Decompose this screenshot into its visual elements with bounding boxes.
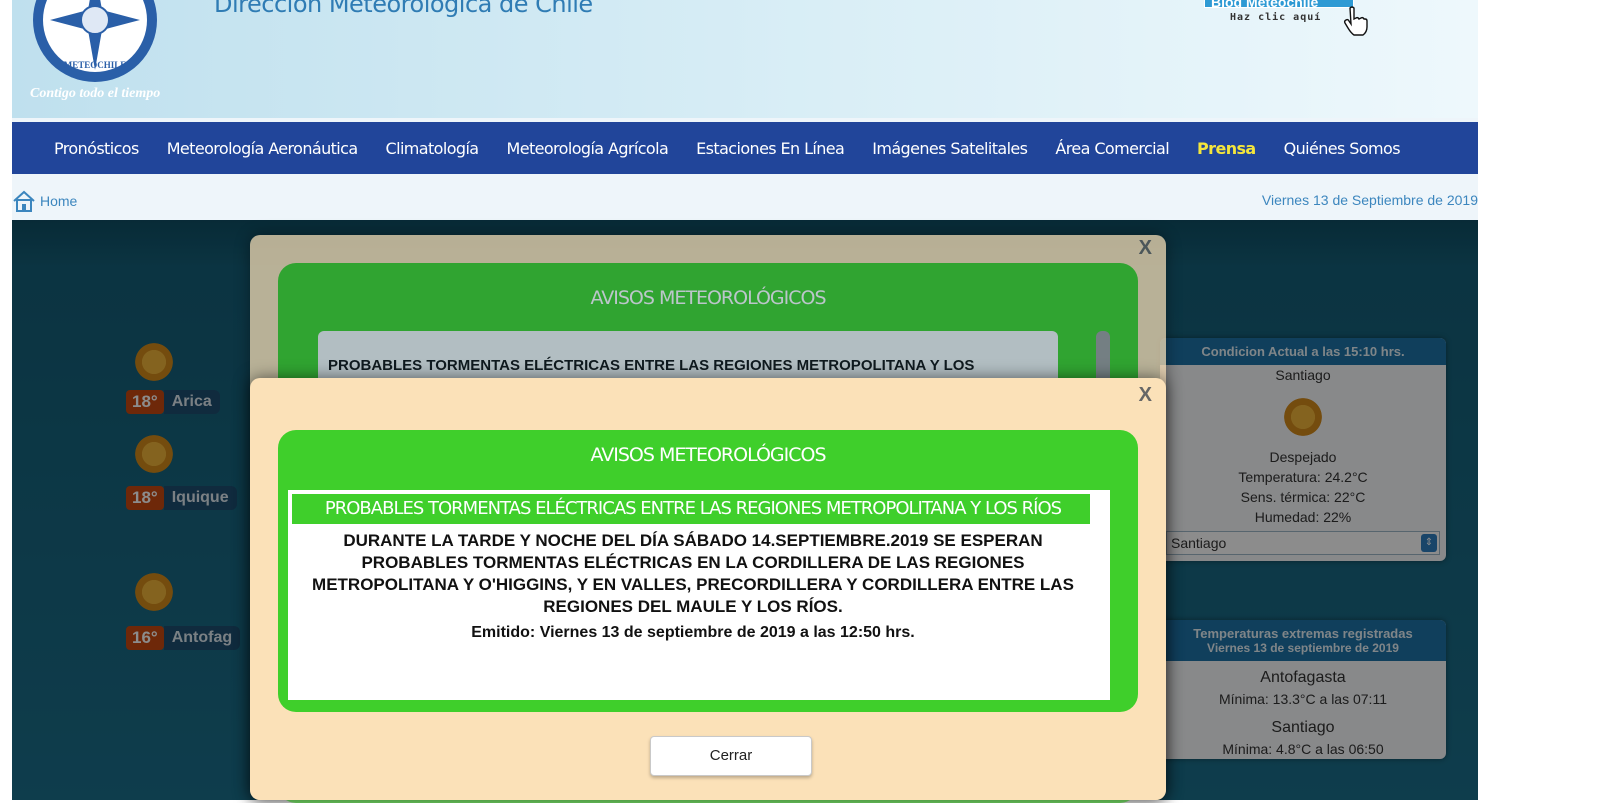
close-button[interactable]: Cerrar bbox=[650, 736, 812, 776]
nav-imagenes-satelitales[interactable]: Imágenes Satelitales bbox=[872, 139, 1028, 158]
pointer-hand-icon bbox=[1343, 6, 1368, 36]
close-icon[interactable]: X bbox=[1139, 384, 1152, 407]
blog-cta[interactable]: Haz clic aquí bbox=[1230, 12, 1321, 23]
site-title: Dirección Meteorológica de Chile bbox=[214, 0, 593, 18]
alert-content: PROBABLES TORMENTAS ELÉCTRICAS ENTRE LAS… bbox=[288, 490, 1098, 700]
nav-quienes-somos[interactable]: Quiénes Somos bbox=[1284, 139, 1401, 158]
alert-title: AVISOS METEOROLÓGICOS bbox=[590, 444, 826, 466]
alert-headline: PROBABLES TORMENTAS ELÉCTRICAS ENTRE LAS… bbox=[290, 492, 1096, 526]
close-icon[interactable]: X bbox=[1139, 237, 1152, 260]
nav-prensa[interactable]: Prensa bbox=[1197, 139, 1256, 158]
meteochile-logo[interactable]: METEOCHILE bbox=[30, 0, 160, 83]
nav-climatologia[interactable]: Climatología bbox=[386, 139, 480, 158]
alert-title: AVISOS METEOROLÓGICOS bbox=[590, 287, 826, 309]
main-nav: Pronósticos Meteorología Aeronáutica Cli… bbox=[12, 122, 1478, 174]
site-header: METEOCHILE Contigo todo el tiempo Direcc… bbox=[12, 0, 1478, 118]
nav-meteorologia-aeronautica[interactable]: Meteorología Aeronáutica bbox=[167, 139, 358, 158]
alert-emitted-date: Emitido: Viernes 13 de septiembre de 201… bbox=[471, 624, 915, 641]
breadcrumb-home[interactable]: Home bbox=[12, 190, 77, 212]
current-date: Viernes 13 de Septiembre de 2019 bbox=[1261, 192, 1478, 208]
scrollbar-track[interactable] bbox=[1090, 490, 1110, 700]
svg-text:METEOCHILE: METEOCHILE bbox=[64, 60, 127, 70]
alerts-modal: X AVISOS METEOROLÓGICOS PROBABLES TORMEN… bbox=[250, 378, 1166, 800]
alert-body: DURANTE LA TARDE Y NOCHE DEL DÍA SÁBADO … bbox=[312, 531, 1074, 616]
nav-area-comercial[interactable]: Área Comercial bbox=[1055, 139, 1169, 158]
nav-meteorologia-agricola[interactable]: Meteorología Agrícola bbox=[507, 139, 669, 158]
browser-page: METEOCHILE Contigo todo el tiempo Direcc… bbox=[0, 0, 1600, 803]
alert-box: AVISOS METEOROLÓGICOS PROBABLES TORMENTA… bbox=[278, 430, 1138, 712]
blog-banner[interactable]: Blog Meteochile bbox=[1204, 0, 1354, 8]
breadcrumb-home-label: Home bbox=[40, 193, 78, 209]
nav-estaciones-en-linea[interactable]: Estaciones En Línea bbox=[696, 139, 845, 158]
tagline: Contigo todo el tiempo bbox=[30, 86, 161, 101]
home-icon bbox=[13, 190, 35, 212]
nav-pronosticos[interactable]: Pronósticos bbox=[54, 139, 139, 158]
